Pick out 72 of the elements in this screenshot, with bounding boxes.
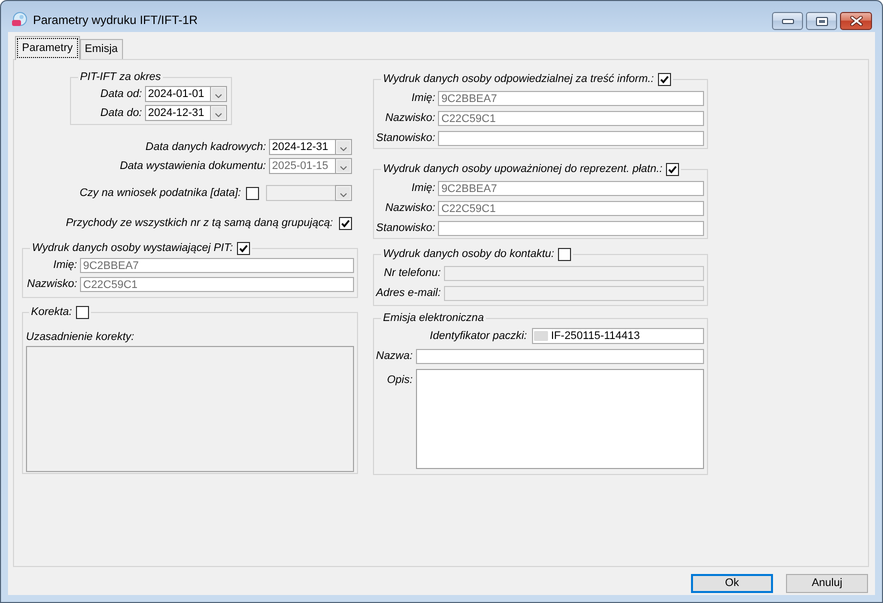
- checkbox[interactable]: [666, 163, 680, 176]
- text-field[interactable]: IF-250115-114413: [532, 328, 704, 344]
- text-field[interactable]: [416, 349, 704, 364]
- chevron-down-icon: [215, 94, 222, 98]
- date-field[interactable]: 2024-12-31: [269, 139, 335, 155]
- group-title: Emisja elektroniczna: [383, 312, 484, 325]
- tab[interactable]: Emisja: [80, 39, 123, 59]
- group-title: Wydruk danych osoby upoważnionej do reprezent. płatn.:: [383, 163, 662, 176]
- text-field[interactable]: [438, 131, 704, 146]
- square-icon: [534, 331, 548, 341]
- date-field[interactable]: 2024-12-31: [145, 105, 210, 121]
- field-label: Data do:: [100, 106, 142, 120]
- group-title: Wydruk danych osoby wystawiającej PIT:: [32, 242, 233, 255]
- field-label: Identyfikator paczki:: [430, 330, 527, 342]
- app-icon: [12, 12, 27, 27]
- checkbox[interactable]: [246, 186, 259, 200]
- checkbox-label: Czy na wniosek podatnika [data]:: [80, 186, 241, 200]
- group-title: Wydruk danych osoby do kontaktu:: [383, 248, 554, 261]
- checkbox[interactable]: [236, 242, 250, 255]
- maximize-icon: [816, 16, 828, 26]
- group-title: Wydruk danych osoby odpowiedzialnej za treść inform.:: [383, 73, 654, 86]
- date-field[interactable]: 2024-01-01: [145, 86, 210, 102]
- dropdown-button[interactable]: [335, 158, 352, 174]
- field-label: Adres e-mail:: [376, 287, 441, 300]
- text-field[interactable]: C22C59C1: [438, 111, 704, 126]
- field-label: Nazwisko:: [385, 112, 436, 125]
- minimize-button[interactable]: [772, 12, 803, 30]
- text-field[interactable]: C22C59C1: [438, 201, 704, 216]
- text-field[interactable]: C22C59C1: [80, 277, 354, 292]
- checkbox[interactable]: [76, 306, 89, 319]
- chevron-down-icon: [340, 166, 347, 170]
- field-label: Data danych kadrowych:: [146, 140, 266, 154]
- dropdown-button[interactable]: [335, 185, 352, 201]
- field-label: Imię:: [411, 182, 436, 195]
- text-area[interactable]: [416, 369, 704, 469]
- text-field[interactable]: [438, 221, 704, 236]
- checkbox[interactable]: [558, 248, 572, 261]
- minimize-icon: [782, 18, 794, 24]
- text-field[interactable]: 9C2BBEA7: [438, 181, 704, 196]
- field-label: Opis:: [387, 373, 413, 387]
- group-title: PIT-IFT za okres: [80, 71, 161, 84]
- field-label: Nazwisko:: [27, 278, 78, 291]
- field-label: Data wystawienia dokumentu:: [120, 160, 266, 172]
- text-field[interactable]: 9C2BBEA7: [80, 258, 354, 273]
- field-label: Stanowisko:: [376, 132, 436, 145]
- text-field[interactable]: 9C2BBEA7: [438, 91, 704, 106]
- chevron-down-icon: [340, 193, 347, 197]
- field-label: Uzasadnienie korekty:: [26, 331, 136, 344]
- tab[interactable]: Parametry: [15, 36, 80, 60]
- maximize-button[interactable]: [806, 12, 837, 30]
- group-title: Korekta:: [31, 306, 72, 319]
- close-icon: [850, 16, 862, 26]
- checkbox-label: Przychody ze wszystkich nr z tą samą daną grupującą:: [66, 217, 333, 230]
- dropdown-button[interactable]: [210, 105, 227, 121]
- field-label: Nr telefonu:: [384, 267, 441, 280]
- chevron-down-icon: [340, 147, 347, 151]
- date-field[interactable]: 2025-01-15: [269, 158, 335, 174]
- dropdown-button[interactable]: [210, 86, 227, 102]
- checkbox[interactable]: [658, 73, 671, 86]
- field-label: Nazwisko:: [385, 202, 436, 215]
- field-label: Stanowisko:: [376, 222, 436, 235]
- close-button[interactable]: [840, 12, 872, 30]
- dropdown-button[interactable]: [335, 139, 352, 155]
- window-title: Parametry wydruku IFT/IFT-1R: [33, 13, 198, 27]
- ok-button[interactable]: Ok: [691, 574, 773, 593]
- cancel-button[interactable]: Anuluj: [786, 574, 868, 593]
- checkbox[interactable]: [339, 217, 352, 230]
- field-label: Data od:: [100, 88, 142, 100]
- chevron-down-icon: [215, 113, 222, 117]
- field-label: Imię:: [53, 259, 78, 272]
- field-label: Imię:: [411, 92, 436, 105]
- field-label: Nazwa:: [376, 350, 413, 363]
